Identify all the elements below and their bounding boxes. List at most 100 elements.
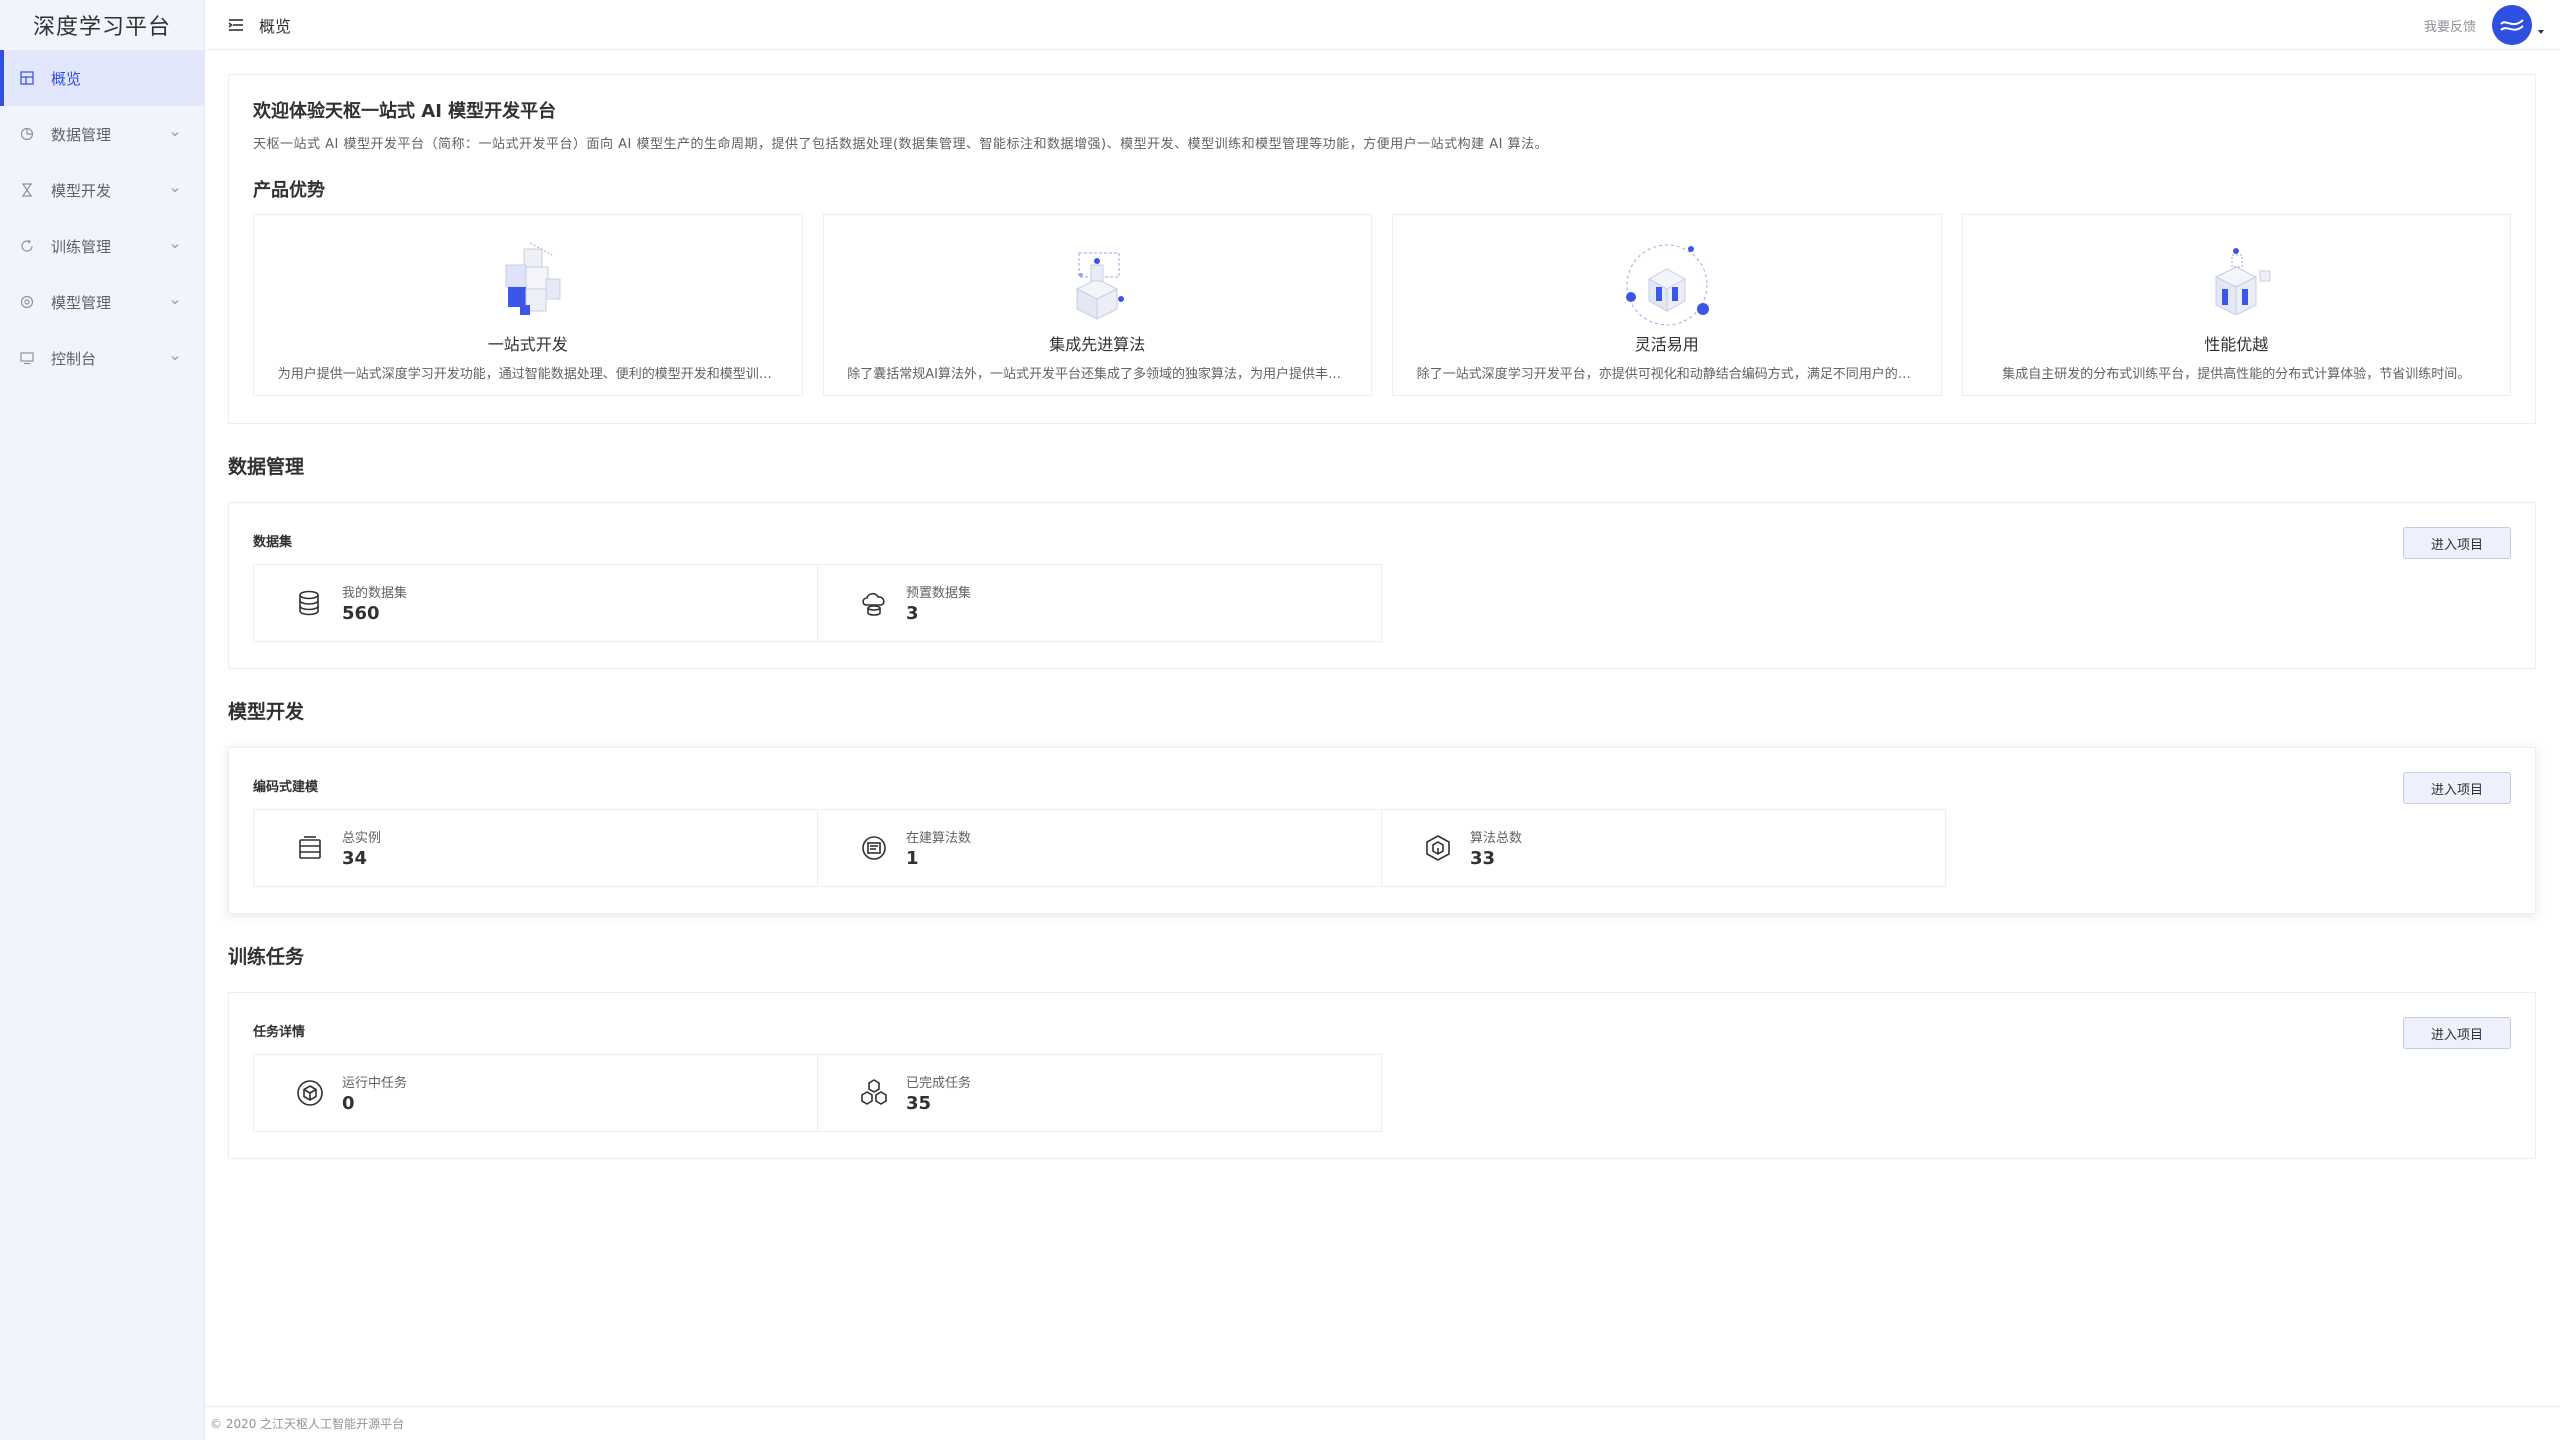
section-subtitle: 编码式建模 [253,780,319,795]
stat-card[interactable]: 总实例 34 [253,809,818,887]
sidebar-item-model-management[interactable]: 模型管理 [0,274,204,330]
stat-card[interactable]: 我的数据集 560 [253,564,818,642]
top-header: 概览 我要反馈 [205,0,2560,50]
chevron-down-icon [170,353,180,363]
stat-row: 总实例 34 在建算法数 1 算法总数 33 [253,809,2511,887]
advantage-name: 集成先进算法 [1049,335,1146,354]
stat-value: 35 [906,1093,932,1114]
stat-label: 我的数据集 [342,586,408,601]
advantage-name: 灵活易用 [1634,335,1699,354]
intro-title: 欢迎体验天枢一站式 AI 模型开发平台 [253,101,557,122]
stat-card[interactable]: 在建算法数 1 [817,809,1382,887]
stat-label: 运行中任务 [342,1076,408,1091]
advantages-title: 产品优势 [253,180,325,201]
section-subtitle: 任务详情 [253,1025,306,1040]
stat-value: 560 [342,603,380,624]
enter-project-button[interactable]: 进入项目 [2403,1017,2511,1049]
stat-row: 运行中任务 0 已完成任务 35 [253,1054,2511,1132]
sidebar-item-label: 模型管理 [51,293,112,312]
advantage-card: 性能优越 集成自主研发的分布式训练平台，提供高性能的分布式计算体验，节省训练时间… [1961,214,2511,396]
copyright-text: © 2020 之江天枢人工智能开源平台 [210,1417,405,1431]
advantage-card: 集成先进算法 除了囊括常规AI算法外，一站式开发平台还集成了多领域的独家算法，为… [822,214,1372,396]
sidebar-item-model-dev[interactable]: 模型开发 [0,162,204,218]
breadcrumb: 概览 [259,16,292,36]
stat-text: 在建算法数 1 [906,827,971,869]
stat-value: 1 [906,848,919,869]
stat-label: 总实例 [342,831,382,846]
stat-label: 预置数据集 [906,586,972,601]
database-icon [294,587,326,619]
section-title-data: 数据管理 [228,456,305,478]
sidebar: 深度学习平台 概览 数据管理 模型开发 训练管理 模型管理 控制台 [0,0,205,1440]
stat-text: 算法总数 33 [1470,827,1522,869]
advantage-desc: 为用户提供一站式深度学习开发功能，通过智能数据处理、便利的模型开发和模型训练等功… [277,367,778,382]
algorithm-building-icon [858,832,890,864]
completed-task-icon [858,1077,890,1109]
one-stop-illustration [505,242,561,315]
advantage-name: 性能优越 [2204,335,2269,354]
sidebar-item-console[interactable]: 控制台 [0,330,204,386]
model-icon [20,295,34,309]
data-section-card: 数据集 进入项目 我的数据集 560 预置数据集 3 [228,502,2536,669]
stat-row: 我的数据集 560 预置数据集 3 [253,564,2511,642]
advantage-name: 一站式开发 [487,335,568,354]
sidebar-item-label: 概览 [51,69,82,88]
stat-card[interactable]: 运行中任务 0 [253,1054,818,1132]
hourglass-icon [20,183,34,197]
algorithm-cube-icon [1422,832,1454,864]
stat-text: 运行中任务 0 [342,1072,407,1114]
stat-value: 34 [342,848,368,869]
chevron-down-icon [170,185,180,195]
intro-description: 天枢一站式 AI 模型开发平台（简称：一站式开发平台）面向 AI 模型生产的生命… [253,137,1549,152]
dashboard-icon [20,71,34,85]
stat-card[interactable]: 算法总数 33 [1381,809,1946,887]
sidebar-item-data-management[interactable]: 数据管理 [0,106,204,162]
intro-card: 欢迎体验天枢一站式 AI 模型开发平台 天枢一站式 AI 模型开发平台（简称：一… [228,74,2536,424]
enter-project-button[interactable]: 进入项目 [2403,527,2511,559]
cloud-dataset-icon [858,587,890,619]
sidebar-item-training[interactable]: 训练管理 [0,218,204,274]
performance-illustration [2215,248,2271,316]
console-icon [20,351,34,365]
footer: © 2020 之江天枢人工智能开源平台 [205,1406,2560,1440]
advantage-desc: 除了一站式深度学习开发平台，亦提供可视化和动静结合编码方式，满足不同用户的使用需… [1416,367,1917,382]
sidebar-menu: 概览 数据管理 模型开发 训练管理 模型管理 控制台 [0,50,204,386]
stat-text: 我的数据集 560 [342,582,407,624]
menu-toggle-icon[interactable] [227,16,245,34]
chevron-down-icon [170,241,180,251]
model-section-card: 编码式建模 进入项目 总实例 34 在建算法数 1 算法总数 33 [228,747,2536,914]
stat-value: 3 [906,603,919,624]
stat-label: 算法总数 [1470,831,1523,846]
header-actions: 我要反馈 [2424,0,2546,50]
cycle-icon [20,239,34,253]
feedback-link[interactable]: 我要反馈 [2424,16,2476,35]
caret-down-icon[interactable] [2536,27,2546,37]
chevron-down-icon [170,297,180,307]
sidebar-item-label: 数据管理 [51,125,112,144]
stat-text: 预置数据集 3 [906,582,971,624]
stat-text: 总实例 34 [342,827,381,869]
advantage-desc: 除了囊括常规AI算法外，一站式开发平台还集成了多领域的独家算法，为用户提供丰富的… [847,367,1347,382]
advantage-desc: 集成自主研发的分布式训练平台，提供高性能的分布式计算体验，节省训练时间。 [2002,367,2471,382]
training-section-card: 任务详情 进入项目 运行中任务 0 已完成任务 35 [228,992,2536,1159]
enter-project-button[interactable]: 进入项目 [2403,772,2511,804]
sidebar-item-label: 控制台 [51,349,97,368]
algorithm-illustration [1076,252,1125,320]
avatar[interactable] [2492,5,2532,45]
stat-card[interactable]: 已完成任务 35 [817,1054,1382,1132]
sidebar-item-label: 模型开发 [51,181,112,200]
sidebar-item-label: 训练管理 [51,237,112,256]
advantages-list: 一站式开发 为用户提供一站式深度学习开发功能，通过智能数据处理、便利的模型开发和… [253,214,2511,396]
section-title-model: 模型开发 [228,701,305,723]
stat-label: 已完成任务 [906,1076,972,1091]
running-task-icon [294,1077,326,1109]
stat-card[interactable]: 预置数据集 3 [817,564,1382,642]
sidebar-item-overview[interactable]: 概览 [0,50,204,106]
main-content: 欢迎体验天枢一站式 AI 模型开发平台 天枢一站式 AI 模型开发平台（简称：一… [228,74,2536,1159]
stat-value: 0 [342,1093,355,1114]
section-subtitle: 数据集 [253,535,293,550]
instance-icon [294,832,326,864]
app-logo[interactable]: 深度学习平台 [0,0,204,50]
stat-label: 在建算法数 [906,831,972,846]
section-title-training: 训练任务 [228,946,305,968]
